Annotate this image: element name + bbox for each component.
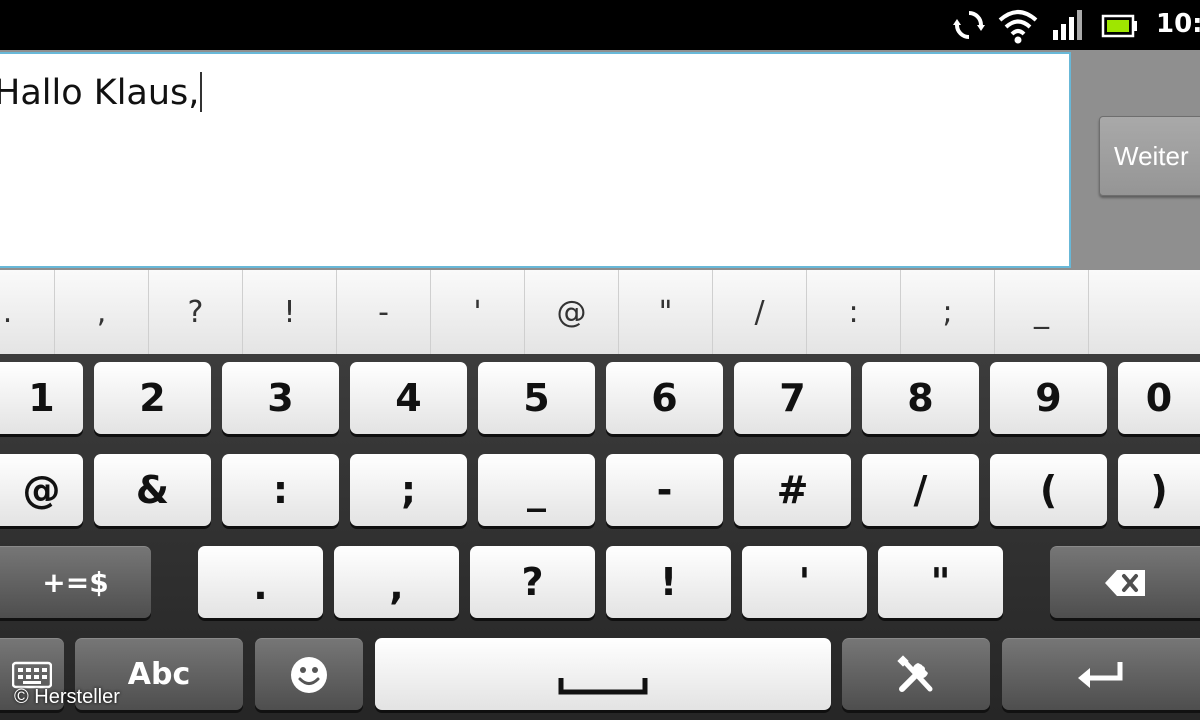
key-exclamation[interactable]: ! — [606, 546, 731, 618]
more-symbols-key[interactable]: +=$ — [0, 546, 151, 618]
key-7[interactable]: 7 — [734, 362, 851, 434]
key-hash[interactable]: # — [734, 454, 851, 526]
space-bar-icon — [558, 678, 648, 695]
signal-icon — [1053, 10, 1082, 40]
suggestion-key[interactable]: ' — [430, 270, 524, 354]
key-1[interactable]: 1 — [0, 362, 83, 434]
text-content: Hallo Klaus, — [0, 73, 200, 113]
emoji-key[interactable] — [255, 638, 363, 710]
suggestion-key-empty[interactable] — [1088, 270, 1200, 354]
key-4[interactable]: 4 — [350, 362, 467, 434]
backspace-key[interactable] — [1050, 546, 1200, 618]
key-comma[interactable]: , — [334, 546, 459, 618]
key-close-paren[interactable]: ) — [1118, 454, 1200, 526]
suggestion-key[interactable]: ; — [900, 270, 994, 354]
clock: 10:3 — [1156, 9, 1200, 39]
text-caret — [200, 72, 203, 112]
text-field-value: Hallo Klaus, — [0, 72, 203, 113]
enter-key[interactable] — [1002, 638, 1200, 710]
key-0[interactable]: 0 — [1118, 362, 1200, 434]
key-at[interactable]: @ — [0, 454, 83, 526]
key-quote[interactable]: " — [878, 546, 1003, 618]
suggestion-key[interactable]: / — [712, 270, 806, 354]
suggestion-strip: . , ? ! - ' @ " / : ; _ — [0, 270, 1200, 355]
key-semicolon[interactable]: ; — [350, 454, 467, 526]
key-6[interactable]: 6 — [606, 362, 723, 434]
key-9[interactable]: 9 — [990, 362, 1107, 434]
message-text-field[interactable]: Hallo Klaus, — [0, 52, 1071, 268]
space-key[interactable] — [375, 638, 831, 710]
status-bar: 10:3 — [0, 0, 1200, 50]
key-apostrophe[interactable]: ' — [742, 546, 867, 618]
smiley-icon — [291, 656, 327, 693]
key-2[interactable]: 2 — [94, 362, 211, 434]
suggestion-key[interactable]: @ — [524, 270, 618, 354]
key-open-paren[interactable]: ( — [990, 454, 1107, 526]
enter-icon — [1078, 661, 1123, 688]
key-colon[interactable]: : — [222, 454, 339, 526]
key-3[interactable]: 3 — [222, 362, 339, 434]
suggestion-key[interactable]: . — [0, 270, 54, 354]
suggestion-key[interactable]: : — [806, 270, 900, 354]
editor-area: Hallo Klaus, Weiter — [0, 50, 1200, 270]
key-slash[interactable]: / — [862, 454, 979, 526]
battery-icon — [1101, 14, 1137, 38]
watermark-credit: © Hersteller — [14, 686, 120, 708]
key-underscore[interactable]: _ — [478, 454, 595, 526]
key-ampersand[interactable]: & — [94, 454, 211, 526]
suggestion-key[interactable]: ! — [242, 270, 336, 354]
backspace-icon — [1105, 569, 1145, 596]
settings-key[interactable] — [842, 638, 990, 710]
keyboard-icon — [12, 661, 52, 688]
key-period[interactable]: . — [198, 546, 323, 618]
sync-icon — [953, 11, 985, 39]
key-hyphen[interactable]: - — [606, 454, 723, 526]
key-5[interactable]: 5 — [478, 362, 595, 434]
next-button[interactable]: Weiter — [1099, 116, 1200, 196]
suggestion-key[interactable]: , — [54, 270, 148, 354]
tools-icon — [897, 654, 933, 692]
wifi-icon — [998, 10, 1038, 44]
suggestion-key[interactable]: ? — [148, 270, 242, 354]
suggestion-key[interactable]: - — [336, 270, 430, 354]
key-8[interactable]: 8 — [862, 362, 979, 434]
suggestion-key[interactable]: " — [618, 270, 712, 354]
suggestion-key[interactable]: _ — [994, 270, 1088, 354]
on-screen-keyboard: 1 2 3 4 5 6 7 8 9 0 @ & : ; _ - # / ( ) … — [0, 354, 1200, 720]
key-question[interactable]: ? — [470, 546, 595, 618]
